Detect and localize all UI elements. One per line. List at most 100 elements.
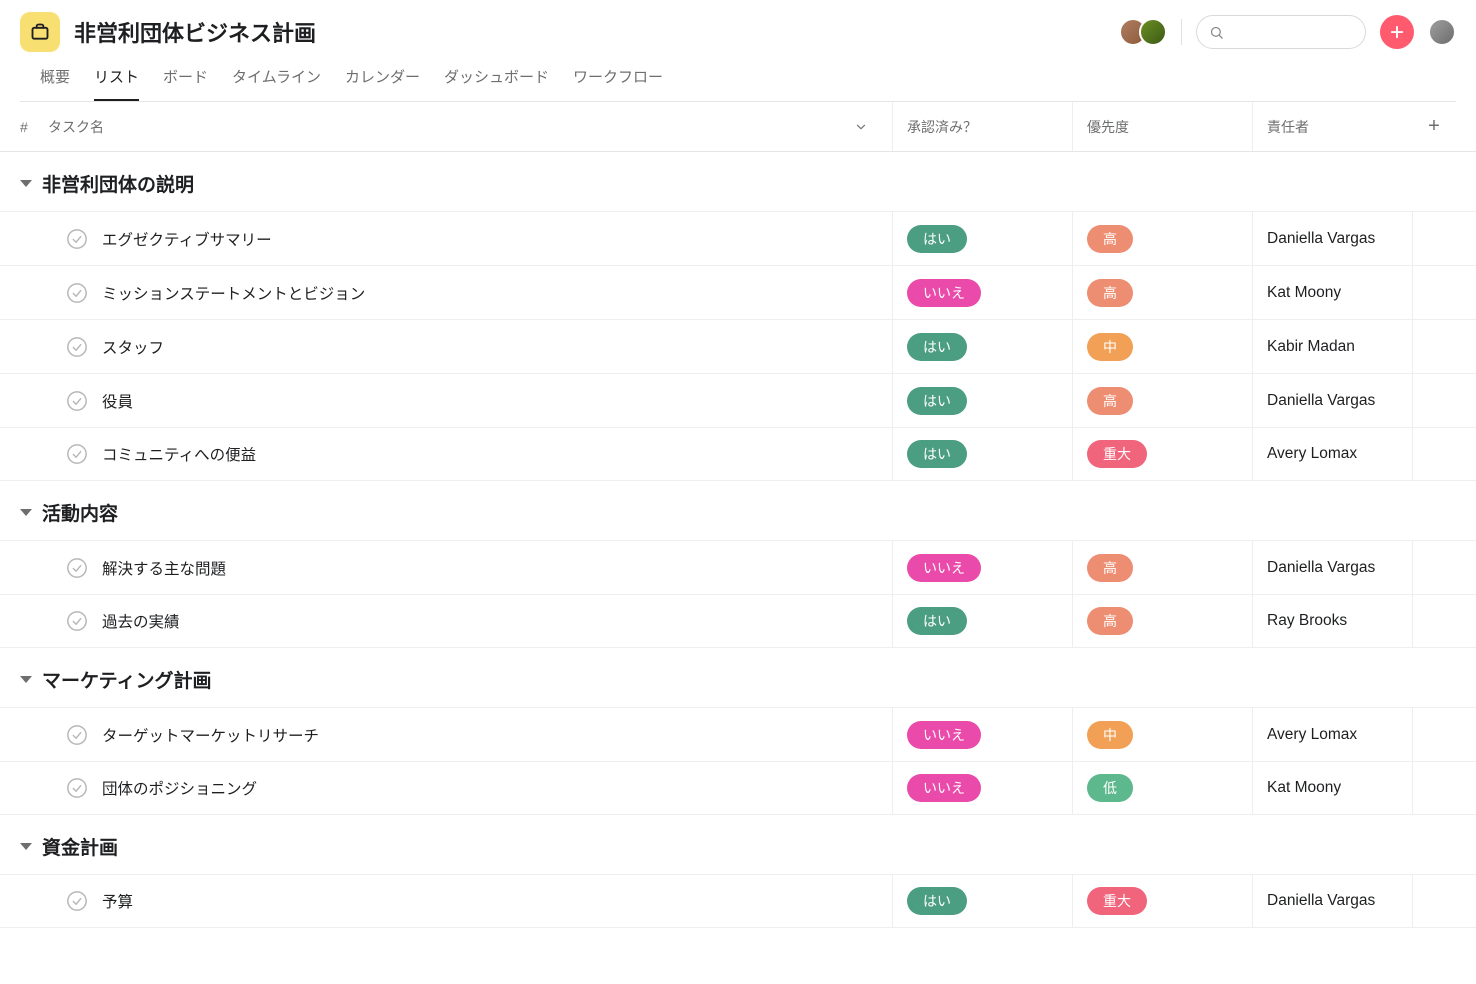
task-row[interactable]: 過去の実績はい高 Ray Brooks <box>0 594 1476 648</box>
task-cell[interactable]: ターゲットマーケットリサーチ <box>48 724 892 746</box>
column-number: # <box>20 119 48 135</box>
owner-cell[interactable]: Daniella Vargas <box>1252 212 1412 265</box>
priority-pill: 高 <box>1087 607 1133 635</box>
priority-cell[interactable]: 高 <box>1072 374 1252 427</box>
column-approved[interactable]: 承認済み？ <box>892 102 1072 151</box>
complete-toggle-icon[interactable] <box>66 336 88 358</box>
task-row[interactable]: 予算はい 重大Daniella Vargas <box>0 874 1476 928</box>
priority-pill: 中 <box>1087 721 1133 749</box>
complete-toggle-icon[interactable] <box>66 228 88 250</box>
task-row[interactable]: エグゼクティブサマリー はい 高Daniella Vargas <box>0 211 1476 265</box>
complete-toggle-icon[interactable] <box>66 777 88 799</box>
tab-5[interactable]: ダッシュボード <box>444 66 549 101</box>
tab-6[interactable]: ワークフロー <box>573 66 663 101</box>
priority-cell[interactable]: 高 <box>1072 212 1252 265</box>
task-row[interactable]: スタッフ はい中Kabir Madan <box>0 319 1476 373</box>
priority-cell[interactable]: 中 <box>1072 320 1252 373</box>
task-cell[interactable]: ミッションステートメントとビジョン <box>48 282 892 304</box>
avatar[interactable] <box>1139 18 1167 46</box>
task-cell[interactable]: 解決する主な問題 <box>48 557 892 579</box>
column-header-row: # タスク名 承認済み？ 優先度 責任者 + <box>0 102 1476 152</box>
approved-pill: はい <box>907 225 967 253</box>
approved-cell[interactable]: はい <box>892 374 1072 427</box>
owner-cell[interactable]: Daniella Vargas <box>1252 875 1412 927</box>
task-row[interactable]: 解決する主な問題いいえ高 Daniella Vargas <box>0 540 1476 594</box>
complete-toggle-icon[interactable] <box>66 610 88 632</box>
owner-cell[interactable]: Kat Moony <box>1252 762 1412 814</box>
section-header[interactable]: 非営利団体の説明 <box>0 152 1476 211</box>
tab-1[interactable]: リスト <box>94 66 139 101</box>
task-cell[interactable]: スタッフ <box>48 336 892 358</box>
section-title: マーケティング計画 <box>42 666 211 693</box>
task-row[interactable]: ターゲットマーケットリサーチいいえ中 Avery Lomax <box>0 707 1476 761</box>
priority-cell[interactable]: 高 <box>1072 266 1252 319</box>
column-priority[interactable]: 優先度 <box>1072 102 1252 151</box>
owner-cell[interactable]: Kat Moony <box>1252 266 1412 319</box>
column-owner[interactable]: 責任者 <box>1252 102 1412 151</box>
task-name: スタッフ <box>102 336 164 358</box>
approved-cell[interactable]: はい <box>892 428 1072 480</box>
column-task-name[interactable]: タスク名 <box>48 117 892 137</box>
add-button[interactable] <box>1380 15 1414 49</box>
complete-toggle-icon[interactable] <box>66 443 88 465</box>
complete-toggle-icon[interactable] <box>66 724 88 746</box>
owner-cell[interactable]: Avery Lomax <box>1252 428 1412 480</box>
caret-down-icon <box>20 676 32 683</box>
priority-cell[interactable]: 重大 <box>1072 428 1252 480</box>
member-avatars[interactable] <box>1119 18 1167 46</box>
priority-cell[interactable]: 中 <box>1072 708 1252 761</box>
task-cell[interactable]: コミュニティへの便益 <box>48 443 892 465</box>
approved-cell[interactable]: いいえ <box>892 266 1072 319</box>
task-cell[interactable]: 役員 <box>48 390 892 412</box>
section-title: 非営利団体の説明 <box>42 170 194 197</box>
task-cell[interactable]: 団体のポジショニング <box>48 777 892 799</box>
tab-0[interactable]: 概要 <box>40 66 70 101</box>
task-row[interactable]: コミュニティへの便益はい重大Avery Lomax <box>0 427 1476 481</box>
add-column-button[interactable]: + <box>1412 115 1456 138</box>
caret-down-icon <box>20 509 32 516</box>
search-input[interactable] <box>1232 24 1353 40</box>
owner-cell[interactable]: Daniella Vargas <box>1252 374 1412 427</box>
approved-cell[interactable]: はい <box>892 320 1072 373</box>
owner-cell[interactable]: Avery Lomax <box>1252 708 1412 761</box>
complete-toggle-icon[interactable] <box>66 282 88 304</box>
priority-pill: 高 <box>1087 554 1133 582</box>
complete-toggle-icon[interactable] <box>66 390 88 412</box>
priority-cell[interactable]: 低 <box>1072 762 1252 814</box>
section-header[interactable]: マーケティング計画 <box>0 648 1476 707</box>
briefcase-icon <box>30 22 50 42</box>
approved-cell[interactable]: はい <box>892 212 1072 265</box>
task-cell[interactable]: 予算 <box>48 890 892 912</box>
tab-3[interactable]: タイムライン <box>232 66 321 101</box>
tab-4[interactable]: カレンダー <box>345 66 420 101</box>
search-input-container[interactable] <box>1196 15 1366 49</box>
owner-cell[interactable]: Ray Brooks <box>1252 595 1412 647</box>
priority-cell[interactable]: 重大 <box>1072 875 1252 927</box>
priority-cell[interactable]: 高 <box>1072 541 1252 594</box>
approved-cell[interactable]: いいえ <box>892 762 1072 814</box>
section-header[interactable]: 活動内容 <box>0 481 1476 540</box>
task-row[interactable]: 団体のポジショニングいいえ低Kat Moony <box>0 761 1476 815</box>
approved-cell[interactable]: いいえ <box>892 541 1072 594</box>
section-header[interactable]: 資金計画 <box>0 815 1476 874</box>
chevron-down-icon[interactable] <box>854 120 868 134</box>
tab-2[interactable]: ボード <box>163 66 208 101</box>
task-cell[interactable]: 過去の実績 <box>48 610 892 632</box>
priority-cell[interactable]: 高 <box>1072 595 1252 647</box>
task-row[interactable]: 役員はい高Daniella Vargas <box>0 373 1476 427</box>
approved-cell[interactable]: いいえ <box>892 708 1072 761</box>
owner-cell[interactable]: Daniella Vargas <box>1252 541 1412 594</box>
extra-cell <box>1412 541 1456 594</box>
complete-toggle-icon[interactable] <box>66 557 88 579</box>
approved-cell[interactable]: はい <box>892 595 1072 647</box>
task-cell[interactable]: エグゼクティブサマリー <box>48 228 892 250</box>
column-owner-label: 責任者 <box>1267 117 1309 137</box>
owner-cell[interactable]: Kabir Madan <box>1252 320 1412 373</box>
task-row[interactable]: ミッションステートメントとビジョンいいえ高Kat Moony <box>0 265 1476 319</box>
user-avatar[interactable] <box>1428 18 1456 46</box>
view-tabs: 概要リストボードタイムラインカレンダーダッシュボードワークフロー <box>20 52 1456 102</box>
task-name: エグゼクティブサマリー <box>102 228 272 250</box>
approved-pill: はい <box>907 887 967 915</box>
complete-toggle-icon[interactable] <box>66 890 88 912</box>
approved-cell[interactable]: はい <box>892 875 1072 927</box>
